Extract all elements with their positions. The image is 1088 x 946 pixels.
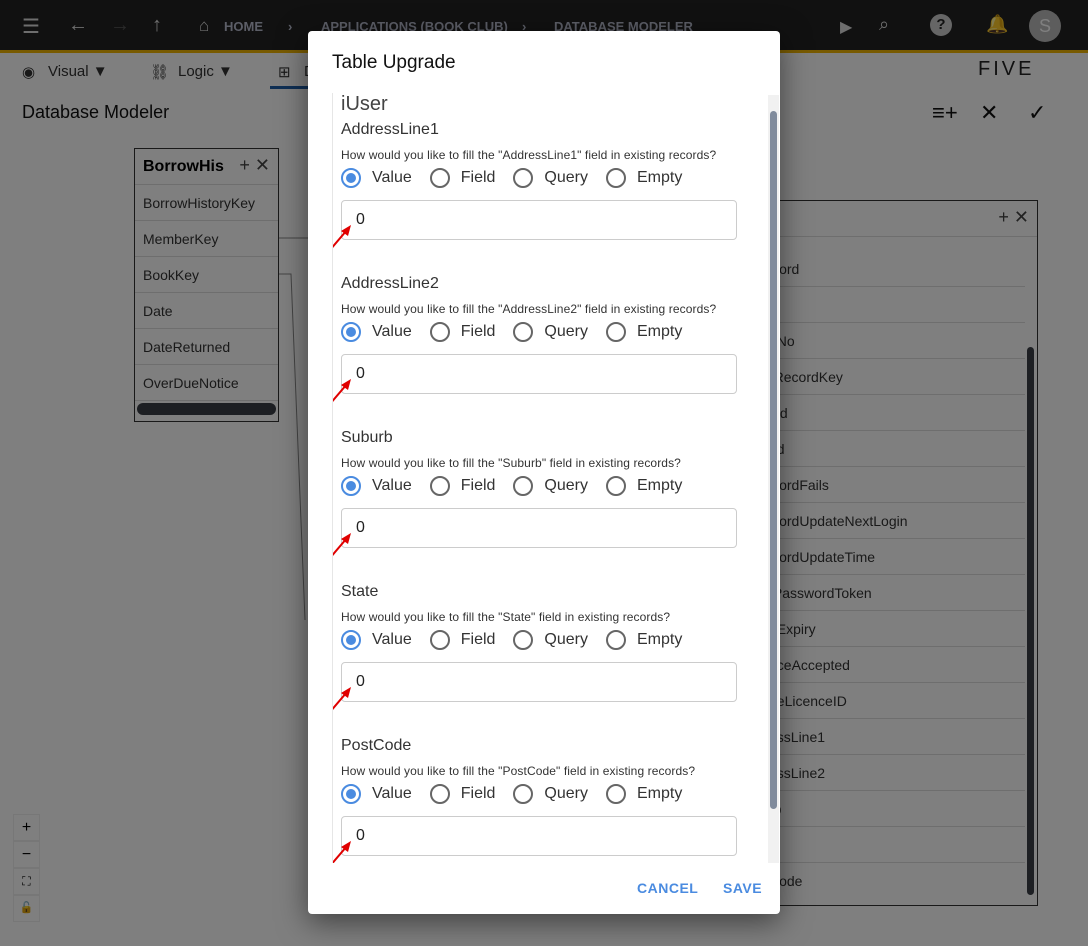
radio-field[interactable]: Field: [429, 168, 496, 188]
radio-field[interactable]: Field: [429, 630, 496, 650]
radio-empty[interactable]: Empty: [606, 168, 682, 188]
radio-field[interactable]: Field: [429, 784, 496, 804]
red-arrow-annotation: [333, 225, 351, 249]
radio-label: Empty: [637, 785, 683, 802]
radio-label: Empty: [637, 631, 683, 648]
radio-query[interactable]: Query: [513, 322, 588, 342]
radio-query[interactable]: Query: [513, 476, 588, 496]
radio-label: Field: [460, 785, 496, 802]
save-button[interactable]: SAVE: [723, 880, 762, 896]
radio-unchecked-icon[interactable]: [606, 784, 626, 804]
radio-field[interactable]: Field: [429, 476, 496, 496]
red-arrow-annotation: [333, 533, 351, 557]
radio-unchecked-icon[interactable]: [513, 784, 534, 804]
radio-label: Empty: [637, 477, 683, 494]
fill-method-radio-group: Value Field Query Empty: [341, 322, 700, 342]
radio-unchecked-icon[interactable]: [513, 630, 534, 650]
radio-checked-icon[interactable]: [341, 322, 361, 342]
scrollbar-thumb[interactable]: [770, 111, 777, 809]
red-arrow-annotation: [333, 687, 351, 711]
radio-empty[interactable]: Empty: [606, 630, 682, 650]
radio-unchecked-icon[interactable]: [606, 630, 626, 650]
dialog-title: Table Upgrade: [332, 52, 456, 73]
value-input[interactable]: [341, 662, 737, 702]
radio-label: Query: [544, 785, 588, 802]
field-label: AddressLine2: [341, 275, 439, 292]
radio-label: Query: [544, 477, 588, 494]
radio-unchecked-icon[interactable]: [429, 322, 450, 342]
radio-label: Empty: [637, 169, 683, 186]
dialog-scrollbar[interactable]: [768, 95, 779, 863]
radio-value[interactable]: Value: [341, 476, 412, 496]
radio-unchecked-icon[interactable]: [429, 168, 450, 188]
radio-label: Query: [544, 323, 588, 340]
radio-unchecked-icon[interactable]: [513, 476, 534, 496]
radio-label: Field: [460, 169, 496, 186]
radio-checked-icon[interactable]: [341, 630, 361, 650]
radio-unchecked-icon[interactable]: [429, 784, 450, 804]
value-input[interactable]: [341, 354, 737, 394]
field-label: PostCode: [341, 737, 412, 754]
field-label: State: [341, 583, 379, 600]
fill-method-radio-group: Value Field Query Empty: [341, 476, 700, 496]
radio-value[interactable]: Value: [341, 322, 412, 342]
radio-unchecked-icon[interactable]: [606, 322, 626, 342]
radio-query[interactable]: Query: [513, 168, 588, 188]
fill-question: How would you like to fill the "PostCode…: [341, 764, 696, 778]
radio-value[interactable]: Value: [341, 784, 412, 804]
value-input[interactable]: [341, 200, 737, 240]
fill-question: How would you like to fill the "State" f…: [341, 610, 671, 624]
fill-method-radio-group: Value Field Query Empty: [341, 784, 700, 804]
cancel-button[interactable]: CANCEL: [637, 880, 698, 896]
red-arrow-annotation: [333, 379, 351, 403]
field-label: Suburb: [341, 429, 393, 446]
radio-unchecked-icon[interactable]: [429, 476, 450, 496]
radio-label: Query: [544, 631, 588, 648]
table-name: iUser: [341, 93, 388, 115]
radio-field[interactable]: Field: [429, 322, 496, 342]
table-upgrade-dialog: Table Upgrade iUser AddressLine1 How wou…: [308, 31, 780, 914]
radio-unchecked-icon[interactable]: [429, 630, 450, 650]
radio-label: Query: [544, 169, 588, 186]
fill-question: How would you like to fill the "AddressL…: [341, 148, 717, 162]
radio-unchecked-icon[interactable]: [513, 322, 534, 342]
value-input[interactable]: [341, 508, 737, 548]
radio-label: Value: [372, 169, 412, 186]
radio-value[interactable]: Value: [341, 630, 412, 650]
radio-unchecked-icon[interactable]: [606, 476, 626, 496]
radio-query[interactable]: Query: [513, 784, 588, 804]
radio-unchecked-icon[interactable]: [606, 168, 626, 188]
radio-empty[interactable]: Empty: [606, 476, 682, 496]
fill-method-radio-group: Value Field Query Empty: [341, 168, 700, 188]
radio-label: Value: [372, 477, 412, 494]
radio-checked-icon[interactable]: [341, 168, 361, 188]
radio-checked-icon[interactable]: [341, 476, 361, 496]
radio-label: Field: [460, 631, 496, 648]
radio-label: Value: [372, 785, 412, 802]
radio-value[interactable]: Value: [341, 168, 412, 188]
radio-empty[interactable]: Empty: [606, 784, 682, 804]
radio-query[interactable]: Query: [513, 630, 588, 650]
fill-method-radio-group: Value Field Query Empty: [341, 630, 700, 650]
fill-question: How would you like to fill the "AddressL…: [341, 302, 717, 316]
radio-unchecked-icon[interactable]: [513, 168, 534, 188]
radio-label: Field: [460, 477, 496, 494]
red-arrow-annotation: [333, 841, 351, 863]
radio-label: Value: [372, 323, 412, 340]
radio-label: Value: [372, 631, 412, 648]
dialog-content: iUser AddressLine1 How would you like to…: [332, 93, 778, 863]
radio-checked-icon[interactable]: [341, 784, 361, 804]
radio-empty[interactable]: Empty: [606, 322, 682, 342]
field-label: AddressLine1: [341, 121, 439, 138]
value-input[interactable]: [341, 816, 737, 856]
radio-label: Empty: [637, 323, 683, 340]
fill-question: How would you like to fill the "Suburb" …: [341, 456, 681, 470]
radio-label: Field: [460, 323, 496, 340]
